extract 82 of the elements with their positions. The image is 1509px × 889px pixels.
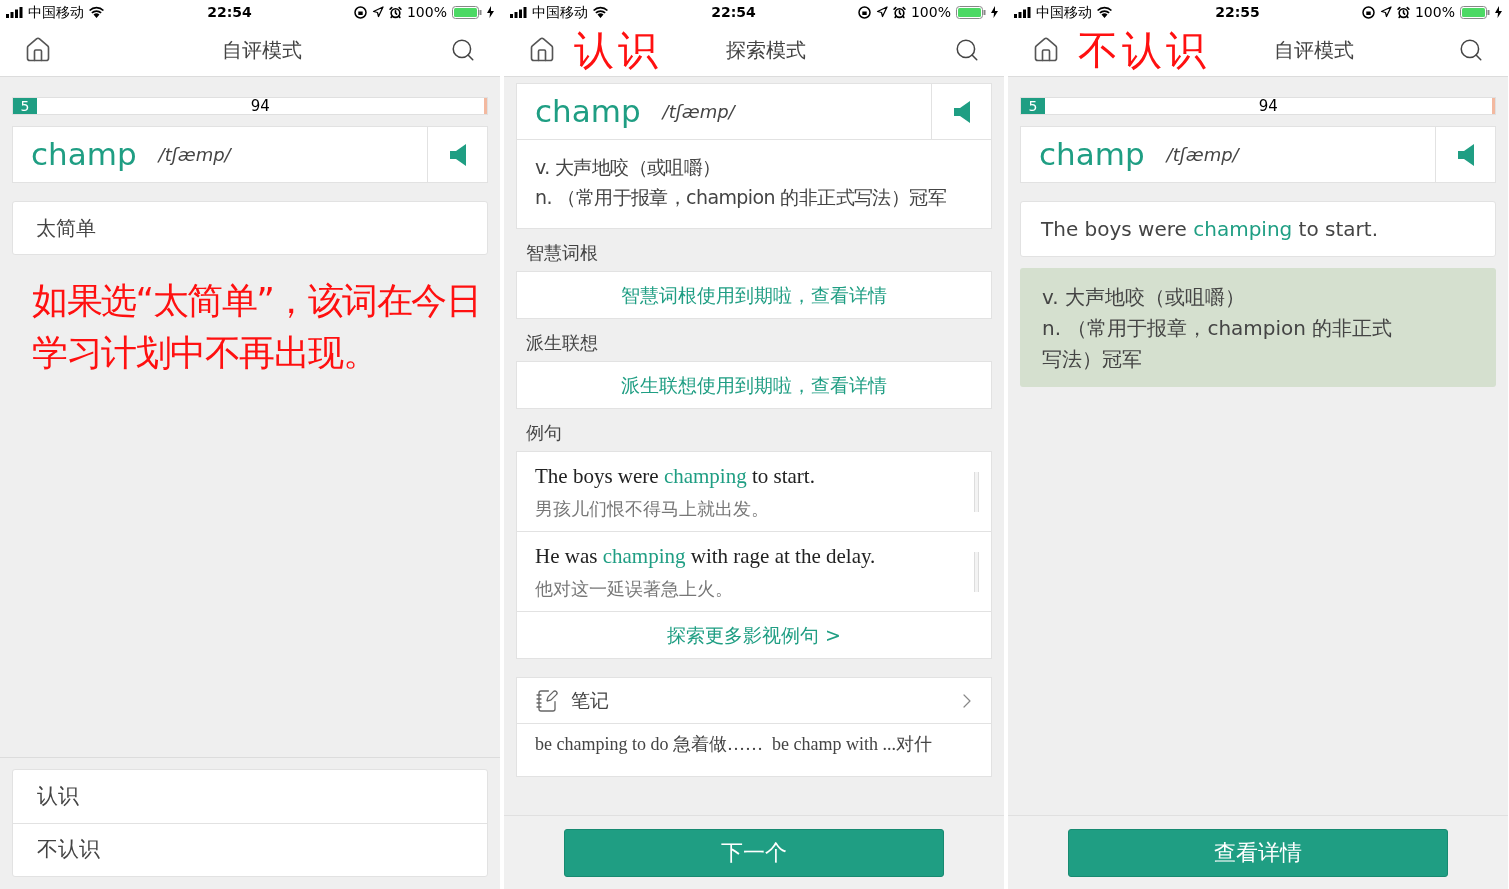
notes-title: 笔记 [571, 688, 609, 714]
progress-fill: 5 [13, 98, 37, 114]
headword: champ [1039, 135, 1145, 175]
alarm-icon [892, 5, 906, 19]
charging-icon [1495, 6, 1502, 18]
note-text: be champing to do 急着做…… be champ with ...对什 [535, 733, 933, 756]
definition-line: n. （常用于报章，champion 的非正式写法）冠军 [535, 185, 947, 210]
location-icon [371, 6, 384, 18]
carrier-name: 中国移动 [532, 2, 588, 22]
scroll-indicator [974, 471, 979, 512]
scroll-indicator [974, 551, 979, 592]
primary-button[interactable]: 查看详情 [1068, 828, 1448, 877]
section-title: 派生联想 [526, 331, 599, 355]
battery-icon [956, 5, 986, 19]
sentence-translation: 男孩儿们恨不得马上就出发。 [535, 496, 770, 521]
rotation-lock-icon [1361, 5, 1375, 19]
primary-button[interactable]: 下一个 [564, 828, 944, 877]
battery-percent: 100% [406, 2, 447, 22]
handwritten-note: 不认识 [1078, 30, 1210, 70]
note-icon [535, 688, 559, 713]
wifi-icon [592, 6, 609, 18]
handwritten-note: 如果选“太简单”，该词在今日学习计划中不再出现。 [32, 279, 482, 375]
example-sentence: The boys were champing to start. [535, 463, 816, 491]
carrier-name: 中国移动 [28, 2, 84, 22]
phonetic: /tʃæmp/ [662, 100, 735, 124]
speaker-icon [953, 100, 970, 123]
phonetic: /tʃæmp/ [158, 143, 231, 167]
screen-title: 自评模式 [1274, 37, 1354, 64]
signal-icon [6, 6, 24, 18]
charging-icon [487, 6, 494, 18]
location-icon [875, 6, 888, 18]
alarm-icon [388, 5, 402, 19]
word-count: 94 [1257, 95, 1279, 117]
charging-icon [991, 6, 998, 18]
home-icon[interactable] [24, 36, 52, 64]
progress-fill: 5 [1021, 98, 1045, 114]
details-link[interactable]: 派生联想使用到期啦，查看详情 [516, 361, 992, 409]
signal-icon [510, 6, 528, 18]
section-title: 例句 [526, 421, 563, 445]
details-link[interactable]: 智慧词根使用到期啦，查看详情 [516, 271, 992, 319]
too-easy-option[interactable]: 太简单 [12, 201, 488, 255]
rotation-lock-icon [857, 5, 871, 19]
search-icon[interactable] [1458, 37, 1484, 63]
wifi-icon [88, 6, 105, 18]
clock-time: 22:54 [207, 2, 252, 22]
battery-icon [1460, 5, 1490, 19]
search-icon[interactable] [450, 37, 476, 63]
alarm-icon [1396, 5, 1410, 19]
carrier-name: 中国移动 [1036, 2, 1092, 22]
definition-line: v. 大声地咬（或咀嚼） [1042, 284, 1246, 311]
battery-percent: 100% [910, 2, 951, 22]
progress-marker [1492, 98, 1495, 114]
definition-line: v. 大声地咬（或咀嚼） [535, 155, 722, 180]
speaker-icon [449, 143, 466, 166]
example-sentence: The boys were champing to start. [1041, 216, 1378, 243]
home-icon[interactable] [528, 36, 556, 64]
headword: champ [31, 135, 137, 175]
sentence-translation: 他对这一延误著急上火。 [535, 576, 734, 601]
battery-percent: 100% [1414, 2, 1455, 22]
headword: champ [535, 92, 641, 132]
screen-title: 自评模式 [222, 37, 302, 64]
clock-time: 22:54 [711, 2, 756, 22]
phonetic: /tʃæmp/ [1166, 143, 1239, 167]
progress-marker [484, 98, 487, 114]
more-examples-link[interactable]: 探索更多影视例句 > [517, 612, 991, 658]
wifi-icon [1096, 6, 1113, 18]
example-sentence: He was champing with rage at the delay. [535, 543, 877, 571]
signal-icon [1014, 6, 1032, 18]
rotation-lock-icon [353, 5, 367, 19]
battery-icon [452, 5, 482, 19]
word-count: 94 [249, 95, 271, 117]
clock-time: 22:55 [1215, 2, 1260, 22]
handwritten-note: 认识 [574, 30, 662, 70]
speaker-icon [1457, 143, 1474, 166]
home-icon[interactable] [1032, 36, 1060, 64]
answer-option[interactable]: 认识 [13, 770, 487, 823]
search-icon[interactable] [954, 37, 980, 63]
answer-option[interactable]: 不认识 [13, 823, 487, 876]
section-title: 智慧词根 [526, 241, 599, 265]
location-icon [1379, 6, 1392, 18]
screen-title: 探索模式 [726, 37, 806, 64]
definition-line: n. （常用于报章，champion 的非正式写法）冠军 [1042, 315, 1394, 373]
